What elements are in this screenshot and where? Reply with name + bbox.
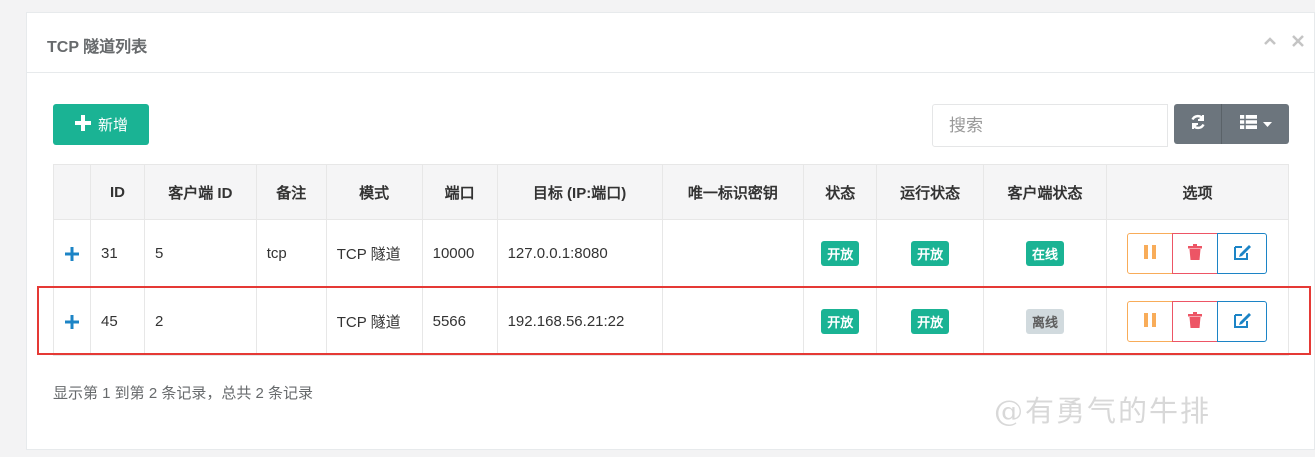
cell-mode: TCP 隧道 [325, 219, 423, 288]
cell-key [661, 287, 805, 356]
caret-down-icon [1262, 115, 1272, 133]
client-status-badge: 离线 [1026, 309, 1065, 334]
cell-run-status: 开放 [876, 219, 985, 288]
pause-icon [1143, 312, 1157, 332]
search-input[interactable] [932, 104, 1168, 147]
header-status[interactable]: 状态 [803, 164, 878, 220]
cell-status: 开放 [803, 287, 878, 356]
table-row: 45 2 TCP 隧道 5566 192.168.56.21:22 开放 开放 … [53, 287, 1290, 356]
cell-key [661, 219, 805, 288]
pause-icon [1143, 244, 1157, 264]
table-row: 31 5 tcp TCP 隧道 10000 127.0.0.1:8080 开放 … [53, 219, 1290, 288]
cell-client-id: 2 [143, 287, 257, 356]
header-client-status[interactable]: 客户端状态 [983, 164, 1107, 220]
watermark: @有勇气的牛排 [994, 394, 1212, 428]
cell-options [1105, 219, 1290, 288]
add-button[interactable]: 新增 [53, 104, 149, 145]
panel-header: TCP 隧道列表 [27, 13, 1314, 73]
header-key[interactable]: 唯一标识密钥 [661, 164, 805, 220]
header-remark[interactable]: 备注 [255, 164, 327, 220]
table-header-row: ID 客户端 ID 备注 模式 端口 目标 (IP:端口) 唯一标识密钥 状态 … [53, 164, 1290, 220]
cell-id: 45 [89, 287, 145, 356]
refresh-button[interactable] [1174, 104, 1222, 144]
edit-button[interactable] [1217, 301, 1268, 342]
trash-icon [1188, 311, 1203, 332]
cell-client-id: 5 [143, 219, 257, 288]
pause-button[interactable] [1127, 301, 1174, 342]
cell-port: 5566 [421, 287, 498, 356]
cell-target: 192.168.56.21:22 [496, 287, 663, 356]
run-status-badge: 开放 [911, 241, 950, 266]
header-target[interactable]: 目标 (IP:端口) [496, 164, 663, 220]
edit-icon [1233, 312, 1251, 332]
edit-button[interactable] [1217, 233, 1268, 274]
status-badge: 开放 [821, 241, 860, 266]
plus-icon [74, 114, 92, 135]
pagination-summary: 显示第 1 到第 2 条记录，总共 2 条记录 [53, 385, 314, 402]
cell-remark [255, 287, 327, 356]
table-icon [1239, 114, 1257, 134]
cell-id: 31 [89, 219, 145, 288]
client-status-badge: 在线 [1026, 241, 1065, 266]
header-id[interactable]: ID [89, 164, 145, 220]
cell-options [1105, 287, 1290, 356]
delete-button[interactable] [1172, 301, 1219, 342]
chevron-up-icon[interactable] [1262, 33, 1278, 49]
trash-icon [1188, 243, 1203, 264]
cell-port: 10000 [421, 219, 498, 288]
header-run-status[interactable]: 运行状态 [876, 164, 985, 220]
cell-client-status: 在线 [983, 219, 1107, 288]
status-badge: 开放 [821, 309, 860, 334]
cell-client-status: 离线 [983, 287, 1107, 356]
cell-run-status: 开放 [876, 287, 985, 356]
edit-icon [1233, 244, 1251, 264]
add-button-label: 新增 [97, 117, 128, 134]
header-port[interactable]: 端口 [421, 164, 498, 220]
expand-row-button[interactable] [53, 287, 91, 356]
cell-remark: tcp [255, 219, 327, 288]
close-icon[interactable] [1290, 33, 1306, 49]
cell-status: 开放 [803, 219, 878, 288]
toolbar-button-group [1174, 104, 1289, 144]
header-expand [53, 164, 91, 220]
page-title: TCP 隧道列表 [47, 39, 148, 56]
refresh-icon [1189, 113, 1207, 136]
panel-tools [1262, 33, 1306, 49]
cell-target: 127.0.0.1:8080 [496, 219, 663, 288]
delete-button[interactable] [1172, 233, 1219, 274]
tunnel-table: ID 客户端 ID 备注 模式 端口 目标 (IP:端口) 唯一标识密钥 状态 … [53, 164, 1290, 356]
header-mode[interactable]: 模式 [325, 164, 423, 220]
header-client-id[interactable]: 客户端 ID [143, 164, 257, 220]
pause-button[interactable] [1127, 233, 1174, 274]
columns-dropdown-button[interactable] [1222, 104, 1289, 144]
cell-mode: TCP 隧道 [325, 287, 423, 356]
header-options: 选项 [1105, 164, 1290, 220]
expand-row-button[interactable] [53, 219, 91, 288]
run-status-badge: 开放 [911, 309, 950, 334]
